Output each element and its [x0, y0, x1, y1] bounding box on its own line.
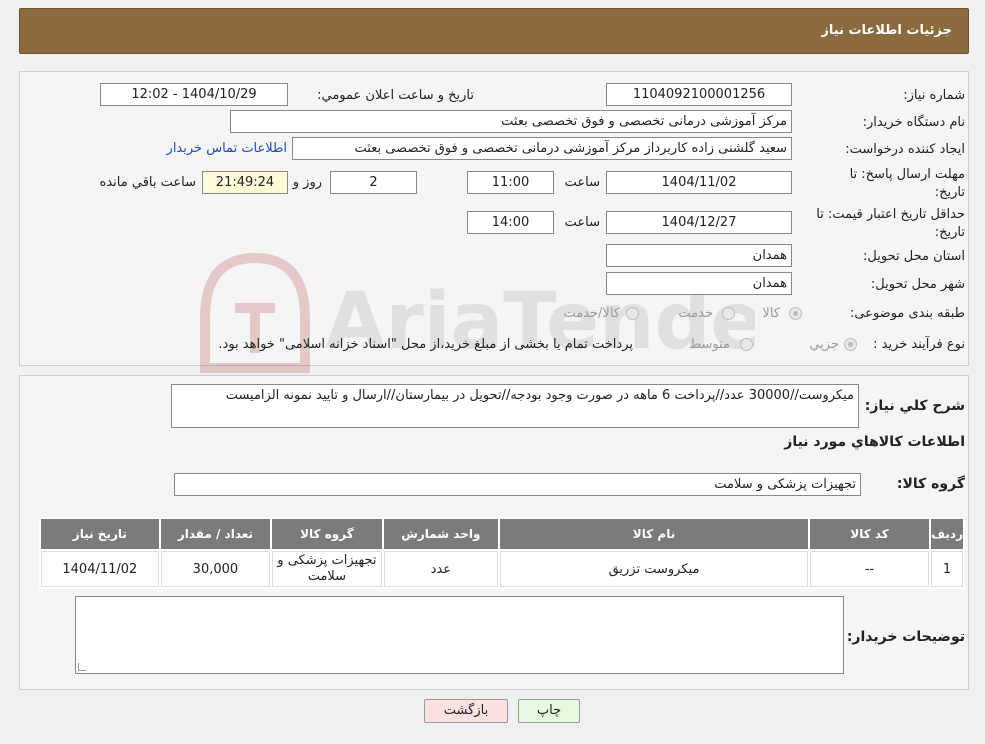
- reply-date-field: 1404/11/02: [606, 171, 792, 194]
- remaining-label: ساعت باقي مانده: [99, 175, 196, 190]
- items-section-title: اطلاعات کالاهاي مورد نیاز: [784, 434, 965, 450]
- category-label: طبقه بندی موضوعی:: [849, 306, 965, 321]
- category-radio-goods[interactable]: [789, 307, 802, 320]
- goods-group-label: گروه کالا:: [896, 476, 965, 492]
- announce-label: تاریخ و ساعت اعلان عمومي:: [317, 88, 474, 103]
- category-option-service: خدمت: [678, 306, 713, 321]
- creator-label: ایجاد کننده درخواست:: [845, 142, 965, 157]
- days-label: روز و: [292, 175, 322, 190]
- validity-date-field: 1404/12/27: [606, 211, 792, 234]
- province-field: همدان: [606, 244, 792, 267]
- process-radio-medium[interactable]: [740, 338, 753, 351]
- back-button[interactable]: بازگشت: [424, 699, 508, 723]
- province-label: استان محل تحویل:: [863, 249, 965, 264]
- need-number-label: شماره نیاز:: [903, 88, 965, 103]
- city-label: شهر محل تحویل:: [870, 277, 965, 292]
- table-row: 1 -- میکروست تزریق عدد تجهیزات پزشکی و س…: [41, 551, 963, 587]
- reply-time-field: 11:00: [467, 171, 554, 194]
- creator-field: سعید گلشنی زاده کاربرداز مرکز آموزشی درم…: [292, 137, 792, 160]
- items-table-header: ردیف کد کالا نام کالا واحد شمارش گروه کا…: [41, 519, 963, 549]
- buyer-notes-field[interactable]: [75, 596, 844, 674]
- city-field: همدان: [606, 272, 792, 295]
- cell-name: میکروست تزریق: [500, 551, 808, 587]
- resize-handle-icon[interactable]: [78, 663, 86, 671]
- validity-time-label: ساعت: [564, 215, 600, 230]
- category-option-goods: کالا: [762, 306, 780, 321]
- summary-field: میکروست//30000 عدد//پرداخت 6 ماهه در صور…: [171, 384, 859, 428]
- process-option-medium: متوسط: [689, 337, 730, 352]
- announce-field: 1404/10/29 - 12:02: [100, 83, 288, 106]
- watermark-logo: AriaTender.neT: [200, 252, 755, 373]
- col-name: نام کالا: [500, 519, 808, 549]
- process-note: پرداخت تمام یا بخشی از مبلغ خرید،از محل …: [218, 337, 633, 352]
- page-title: جزئیات اطلاعات نیاز: [821, 23, 952, 38]
- category-radio-goods-service[interactable]: [626, 307, 639, 320]
- print-button[interactable]: چاپ: [518, 699, 580, 723]
- days-remaining-field: 2: [330, 171, 417, 194]
- col-row: ردیف: [931, 519, 963, 549]
- col-quantity: تعداد / مقدار: [160, 519, 271, 549]
- page-header: جزئیات اطلاعات نیاز: [19, 8, 969, 54]
- buyer-notes-label: توضیحات خریدار:: [846, 629, 965, 645]
- category-option-goods-service: کالا/خدمت: [563, 306, 620, 321]
- process-label: نوع فرآیند خرید :: [873, 337, 965, 352]
- cell-group: تجهیزات پزشکی و سلامت: [272, 551, 382, 587]
- category-radio-service[interactable]: [722, 307, 735, 320]
- buyer-org-field: مرکز آموزشی درمانی تخصصی و فوق تخصصی بعث…: [230, 110, 792, 133]
- validity-label: حداقل تاریخ اعتبار قیمت: تا تاریخ:: [816, 207, 965, 240]
- goods-group-field: تجهیزات پزشکی و سلامت: [174, 473, 861, 496]
- cell-unit: عدد: [383, 551, 499, 587]
- buyer-org-label: نام دستگاه خریدار:: [862, 115, 965, 130]
- items-table: ردیف کد کالا نام کالا واحد شمارش گروه کا…: [39, 517, 965, 589]
- process-radio-partial[interactable]: [844, 338, 857, 351]
- summary-text: میکروست//30000 عدد//پرداخت 6 ماهه در صور…: [225, 388, 854, 403]
- buyer-contact-link[interactable]: اطلاعات تماس خریدار: [167, 141, 287, 156]
- col-code: کد کالا: [809, 519, 930, 549]
- cell-quantity: 30,000: [160, 551, 271, 587]
- cell-row: 1: [931, 551, 963, 587]
- reply-time-label: ساعت: [564, 175, 600, 190]
- col-group: گروه کالا: [272, 519, 382, 549]
- remaining-time-field: 21:49:24: [202, 171, 288, 194]
- process-option-partial: جزیي: [809, 337, 839, 352]
- need-number-field: 1104092100001256: [606, 83, 792, 106]
- col-date: تاریخ نیاز: [41, 519, 159, 549]
- reply-deadline-label: مهلت ارسال پاسخ: تا تاریخ:: [849, 167, 965, 200]
- summary-label: شرح کلي نیاز:: [864, 398, 965, 414]
- validity-time-field: 14:00: [467, 211, 554, 234]
- cell-date: 1404/11/02: [41, 551, 159, 587]
- cell-code: --: [809, 551, 930, 587]
- col-unit: واحد شمارش: [383, 519, 499, 549]
